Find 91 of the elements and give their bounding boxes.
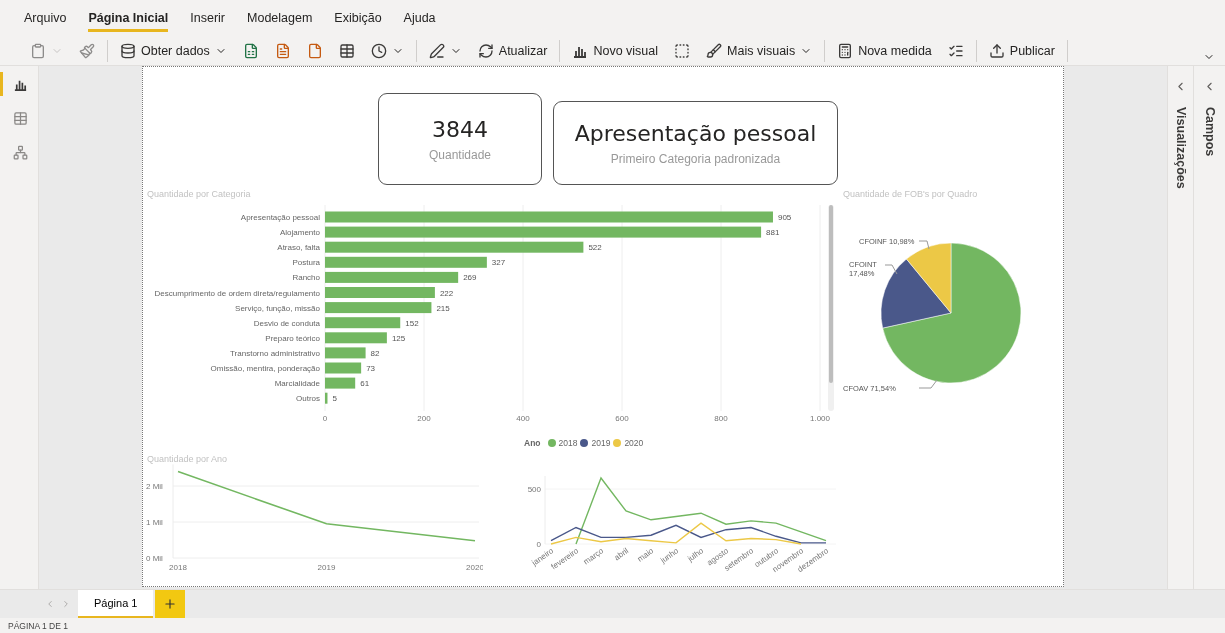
toolbar-button[interactable]: Novo visual	[570, 40, 661, 61]
scrollbar[interactable]	[828, 205, 834, 411]
axis-tick-label: 1.000	[810, 414, 830, 423]
pane-title[interactable]: Campos	[1202, 107, 1217, 157]
calculator-icon	[837, 42, 854, 59]
bar	[325, 392, 328, 404]
data-label: 152	[405, 318, 419, 328]
data-label: 881	[766, 228, 780, 238]
leader-line	[918, 240, 930, 250]
file-icon	[306, 42, 323, 59]
category-label: Serviço, função, missão	[235, 303, 320, 313]
clipboard-icon	[30, 42, 46, 59]
axis-tick-label: 800	[714, 414, 728, 423]
ribbon-tab[interactable]: Página Inicial	[88, 4, 169, 32]
model-view-icon	[13, 144, 28, 160]
category-label: Desvio de conduta	[253, 318, 320, 328]
ribbon-tab[interactable]: Ajuda	[403, 4, 436, 32]
text-box-icon	[674, 42, 691, 59]
axis-tick-label: 200	[417, 414, 431, 423]
upload-icon	[988, 42, 1005, 59]
ribbon-tab[interactable]: Arquivo	[24, 4, 67, 32]
axis-tick-label: maio	[635, 546, 656, 564]
bar	[325, 377, 356, 389]
axis-tick-label: 0 Mil	[146, 554, 163, 563]
data-label: 73	[366, 364, 376, 373]
data-label: 222	[439, 288, 454, 298]
pane-title[interactable]: Visualizações	[1173, 107, 1188, 189]
axis-tick-label: 2018	[169, 563, 187, 572]
ribbon-tab[interactable]: Exibição	[334, 4, 382, 32]
toolbar-button[interactable]: Publicar	[986, 40, 1057, 61]
card-label: Primeiro Categoria padronizada	[610, 151, 781, 166]
leader-line	[884, 264, 898, 275]
table-icon	[338, 42, 355, 59]
plus-icon	[163, 597, 178, 611]
table-view-icon	[13, 110, 28, 126]
ribbon-tab[interactable]: Inserir	[190, 4, 225, 32]
data-label: 5	[332, 394, 337, 404]
legend-label: 2019	[591, 438, 611, 448]
axis-tick-label: 2019	[317, 563, 336, 572]
category-label: Alojamento	[279, 228, 320, 238]
category-label: Atraso, falta	[277, 243, 320, 253]
paintbrush-icon	[79, 42, 95, 59]
category-label: Outros	[296, 394, 320, 404]
toolbar-button[interactable]: Nova medida	[835, 40, 934, 61]
bar	[325, 362, 362, 374]
clock-icon	[370, 42, 387, 59]
category-label: Rancho	[292, 273, 320, 283]
axis-tick-label: 500	[527, 485, 541, 494]
category-label: Omissão, mentira, ponderação	[210, 364, 320, 373]
bar	[325, 347, 366, 359]
category-label: Transtorno administrativo	[230, 348, 320, 358]
pen-icon	[428, 42, 445, 59]
axis-tick-label: 2020	[466, 563, 483, 572]
legend-title: Ano	[524, 438, 541, 448]
axis-tick-label: 400	[516, 414, 530, 423]
leader-line	[918, 379, 938, 389]
axis-tick-label: 2 Mil	[146, 482, 163, 491]
category-label: Postura	[292, 258, 320, 268]
legend-label: 2020	[624, 438, 644, 448]
spreadsheet-icon	[242, 42, 259, 59]
data-label: 522	[588, 243, 602, 253]
card-value: Apresentação pessoal	[574, 120, 817, 146]
category-label: Preparo teórico	[265, 333, 320, 343]
toolbar-button[interactable]: Obter dados	[118, 40, 229, 61]
category-label: Apresentação pessoal	[240, 213, 320, 222]
refresh-icon	[477, 42, 494, 59]
axis-tick-label: 1 Mil	[146, 518, 163, 527]
database-icon	[120, 42, 136, 59]
category-label: Descumprimento de ordem direta/regulamento	[154, 288, 320, 298]
axis-tick-label: 0	[536, 540, 541, 549]
axis-tick-label: 600	[615, 414, 629, 423]
legend-label: 2018	[558, 438, 578, 448]
page-tab[interactable]: Página 1	[78, 590, 154, 618]
data-label: 61	[360, 379, 370, 389]
brush-icon	[706, 42, 723, 59]
card-value: 3844	[432, 116, 488, 142]
data-label: 269	[463, 273, 477, 283]
data-label: 327	[491, 258, 506, 268]
card-label: Quantidade	[428, 147, 492, 162]
category-label: Marcialidade	[274, 379, 320, 389]
bar	[325, 332, 387, 344]
add-page-button[interactable]	[155, 590, 186, 618]
data-label: 125	[391, 333, 406, 343]
data-label: 82	[370, 348, 380, 358]
axis-tick-label: 0	[322, 414, 328, 423]
toolbar-button[interactable]: Atualizar	[475, 40, 550, 61]
ribbon-tab[interactable]: Modelagem	[247, 4, 313, 32]
document-icon	[274, 42, 291, 59]
data-label: 905	[777, 213, 792, 222]
data-label: 215	[436, 303, 450, 313]
toolbar-button[interactable]: Mais visuais	[704, 40, 815, 61]
